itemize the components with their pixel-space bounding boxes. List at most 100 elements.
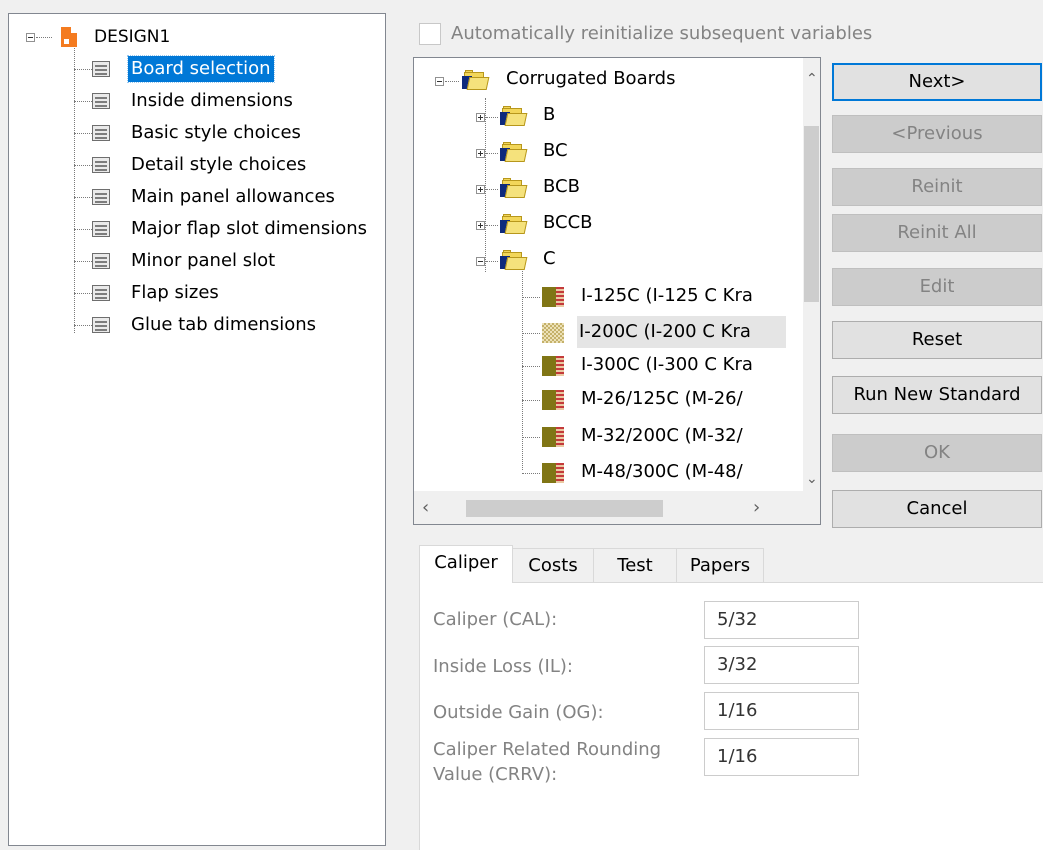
tree-item-label: Glue tab dimensions: [131, 314, 317, 335]
expand-toggle-icon[interactable]: [476, 113, 485, 122]
tree-connector: [74, 101, 92, 102]
tree-connector: [36, 37, 52, 38]
tree-node-label: M-26/125C (M-26/: [581, 388, 743, 409]
inside-loss-value: 3/32: [717, 654, 758, 675]
caliper-field[interactable]: 5/32: [704, 601, 859, 639]
reset-button[interactable]: Reset: [832, 321, 1042, 359]
collapse-toggle-icon[interactable]: [435, 77, 444, 86]
folder-icon: [500, 106, 528, 126]
tree-connector: [522, 473, 540, 474]
tree-board-item[interactable]: M-48/300C (M-48/: [414, 456, 784, 488]
folder-icon: [500, 178, 528, 198]
run-new-standard-button-label: Run New Standard: [853, 384, 1021, 405]
scroll-down-icon[interactable]: ⌄: [806, 472, 818, 486]
scrollbar-thumb[interactable]: [466, 500, 663, 517]
tab-test[interactable]: Test: [593, 548, 677, 582]
tree-folder-bcb[interactable]: BCB: [414, 171, 784, 203]
tree-item-major-flap-slot-dimensions[interactable]: Major flap slot dimensions: [9, 216, 379, 242]
tree-node-label: B: [543, 104, 556, 125]
tree-node-label: Corrugated Boards: [506, 68, 676, 89]
auto-reinitialize-checkbox[interactable]: [419, 23, 441, 45]
tree-folder-bc[interactable]: BC: [414, 135, 784, 167]
tree-connector: [486, 153, 498, 154]
tree-item-label: Minor panel slot: [131, 250, 276, 271]
tree-board-item[interactable]: I-300C (I-300 C Kra: [414, 349, 784, 381]
tab-label: Papers: [689, 555, 751, 576]
tree-board-item[interactable]: M-32/200C (M-32/: [414, 420, 784, 452]
previous-button[interactable]: <Previous: [832, 115, 1042, 153]
run-new-standard-button[interactable]: Run New Standard: [832, 376, 1042, 414]
tree-root-label: DESIGN1: [94, 27, 171, 47]
folder-icon: [500, 214, 528, 234]
tree-root-corrugated-boards[interactable]: Corrugated Boards: [414, 63, 784, 95]
list-icon: [92, 93, 110, 109]
tree-item-main-panel-allowances[interactable]: Main panel allowances: [9, 184, 379, 210]
ok-button-label: OK: [924, 442, 950, 463]
tree-connector: [486, 225, 498, 226]
next-button[interactable]: Next>: [832, 63, 1042, 101]
reinit-all-button-label: Reinit All: [897, 222, 977, 243]
edit-button[interactable]: Edit: [832, 268, 1042, 306]
tree-item-label: Basic style choices: [131, 122, 301, 143]
list-icon: [92, 189, 110, 205]
scroll-left-icon[interactable]: ‹: [422, 499, 429, 517]
tree-connector: [486, 117, 498, 118]
collapse-toggle-icon[interactable]: [476, 257, 485, 266]
tree-item-board-selection[interactable]: Board selection: [9, 55, 379, 83]
tree-item-label: Detail style choices: [131, 154, 307, 175]
scroll-right-icon[interactable]: ›: [753, 499, 760, 517]
tree-connector: [74, 325, 92, 326]
expand-toggle-icon[interactable]: [476, 221, 485, 230]
tree-board-item[interactable]: I-200C (I-200 C Kra: [414, 316, 786, 348]
scrollbar-thumb[interactable]: [804, 126, 819, 302]
list-icon: [92, 253, 110, 269]
tree-node-label: M-32/200C (M-32/: [581, 425, 743, 446]
next-button-label: Next>: [908, 71, 966, 92]
tab-caliper[interactable]: Caliper: [419, 545, 513, 583]
tree-folder-b[interactable]: B: [414, 99, 784, 131]
tree-folder-c[interactable]: C: [414, 243, 784, 275]
tree-item-minor-panel-slot[interactable]: Minor panel slot: [9, 248, 379, 274]
cancel-button-label: Cancel: [906, 498, 968, 519]
tab-papers[interactable]: Papers: [676, 548, 764, 582]
tree-folder-bccb[interactable]: BCCB: [414, 207, 784, 239]
inside-loss-field[interactable]: 3/32: [704, 646, 859, 684]
tree-node-label: I-200C (I-200 C Kra: [577, 316, 786, 348]
tree-item-label: Main panel allowances: [131, 186, 335, 207]
inside-loss-label: Inside Loss (IL):: [433, 656, 573, 677]
crrv-field[interactable]: 1/16: [704, 738, 859, 776]
reinit-all-button[interactable]: Reinit All: [832, 214, 1042, 252]
tree-item-flap-sizes[interactable]: Flap sizes: [9, 280, 379, 306]
tree-node-label: I-125C (I-125 C Kra: [581, 285, 753, 306]
tree-item-label: Flap sizes: [131, 282, 219, 303]
tree-connector: [74, 261, 92, 262]
outside-gain-label: Outside Gain (OG):: [433, 702, 604, 723]
folder-icon: [500, 142, 528, 162]
tree-node-label: BCCB: [543, 212, 593, 233]
scroll-up-icon[interactable]: ⌃: [806, 72, 818, 86]
cancel-button[interactable]: Cancel: [832, 490, 1042, 528]
tree-item-glue-tab-dimensions[interactable]: Glue tab dimensions: [9, 312, 379, 338]
expand-toggle-icon[interactable]: [476, 185, 485, 194]
tree-item-inside-dimensions[interactable]: Inside dimensions: [9, 88, 379, 114]
tree-board-item[interactable]: M-26/125C (M-26/: [414, 383, 784, 415]
tree-connector: [486, 261, 498, 262]
design-steps-tree[interactable]: DESIGN1 Board selection Inside dimension…: [8, 13, 386, 846]
board-icon: [542, 390, 564, 410]
expand-toggle-icon[interactable]: [476, 149, 485, 158]
board-icon: [542, 287, 564, 307]
tab-costs[interactable]: Costs: [512, 548, 594, 582]
tree-root-design[interactable]: DESIGN1: [9, 24, 379, 50]
collapse-toggle-icon[interactable]: [26, 33, 35, 42]
tree-item-basic-style-choices[interactable]: Basic style choices: [9, 120, 379, 146]
ok-button[interactable]: OK: [832, 434, 1042, 472]
tree-board-item[interactable]: I-125C (I-125 C Kra: [414, 280, 784, 312]
horizontal-scrollbar[interactable]: ‹ ›: [414, 491, 804, 524]
tree-item-detail-style-choices[interactable]: Detail style choices: [9, 152, 379, 178]
caliper-value: 5/32: [717, 609, 758, 630]
reinit-button-label: Reinit: [911, 176, 963, 197]
reinit-button[interactable]: Reinit: [832, 168, 1042, 206]
outside-gain-field[interactable]: 1/16: [704, 692, 859, 730]
board-tree[interactable]: Corrugated Boards B BC BCB BCCB C I-125C…: [413, 57, 821, 525]
vertical-scrollbar[interactable]: ⌃ ⌄: [803, 58, 820, 491]
